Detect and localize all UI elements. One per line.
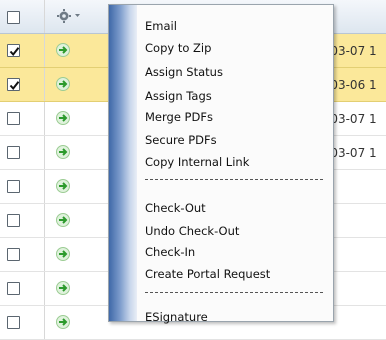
- menu-item-check-out[interactable]: Check-Out: [145, 201, 206, 215]
- open-arrow-icon[interactable]: [55, 76, 71, 92]
- open-arrow-icon[interactable]: [55, 246, 71, 262]
- menu-item-assign-tags[interactable]: Assign Tags: [145, 89, 212, 103]
- row-checkbox[interactable]: [7, 44, 20, 57]
- menu-item-assign-status[interactable]: Assign Status: [145, 65, 223, 79]
- menu-item-secure-pdfs[interactable]: Secure PDFs: [145, 133, 217, 147]
- open-arrow-icon[interactable]: [55, 280, 71, 296]
- menu-item-copy-internal-link[interactable]: Copy Internal Link: [145, 155, 249, 169]
- gear-menu-button[interactable]: [56, 8, 82, 24]
- menu-separator: [145, 292, 323, 293]
- gear-icon: [57, 9, 80, 23]
- menu-separator: [145, 179, 323, 180]
- row-checkbox[interactable]: [7, 282, 20, 295]
- select-all-checkbox[interactable]: [7, 11, 20, 24]
- row-checkbox[interactable]: [7, 214, 20, 227]
- menu-item-undo-check-out[interactable]: Undo Check-Out: [145, 224, 239, 238]
- open-arrow-icon[interactable]: [55, 144, 71, 160]
- open-arrow-icon[interactable]: [55, 110, 71, 126]
- menu-item-email[interactable]: Email: [145, 19, 177, 33]
- open-arrow-icon[interactable]: [55, 314, 71, 330]
- menu-item-create-portal-request[interactable]: Create Portal Request: [145, 267, 270, 281]
- row-checkbox[interactable]: [7, 112, 20, 125]
- menu-side-bar: [109, 5, 137, 321]
- row-checkbox[interactable]: [7, 78, 20, 91]
- actions-context-menu: Email Copy to Zip Assign Status Assign T…: [108, 4, 334, 324]
- menu-item-check-in[interactable]: Check-In: [145, 245, 195, 259]
- open-arrow-icon[interactable]: [55, 178, 71, 194]
- row-checkbox[interactable]: [7, 146, 20, 159]
- row-checkbox[interactable]: [7, 248, 20, 261]
- menu-item-copy-to-zip[interactable]: Copy to Zip: [145, 41, 211, 55]
- open-arrow-icon[interactable]: [55, 212, 71, 228]
- open-arrow-icon[interactable]: [55, 42, 71, 58]
- row-checkbox[interactable]: [7, 180, 20, 193]
- menu-item-merge-pdfs[interactable]: Merge PDFs: [145, 110, 213, 124]
- menu-item-esignature[interactable]: ESignature: [145, 310, 208, 324]
